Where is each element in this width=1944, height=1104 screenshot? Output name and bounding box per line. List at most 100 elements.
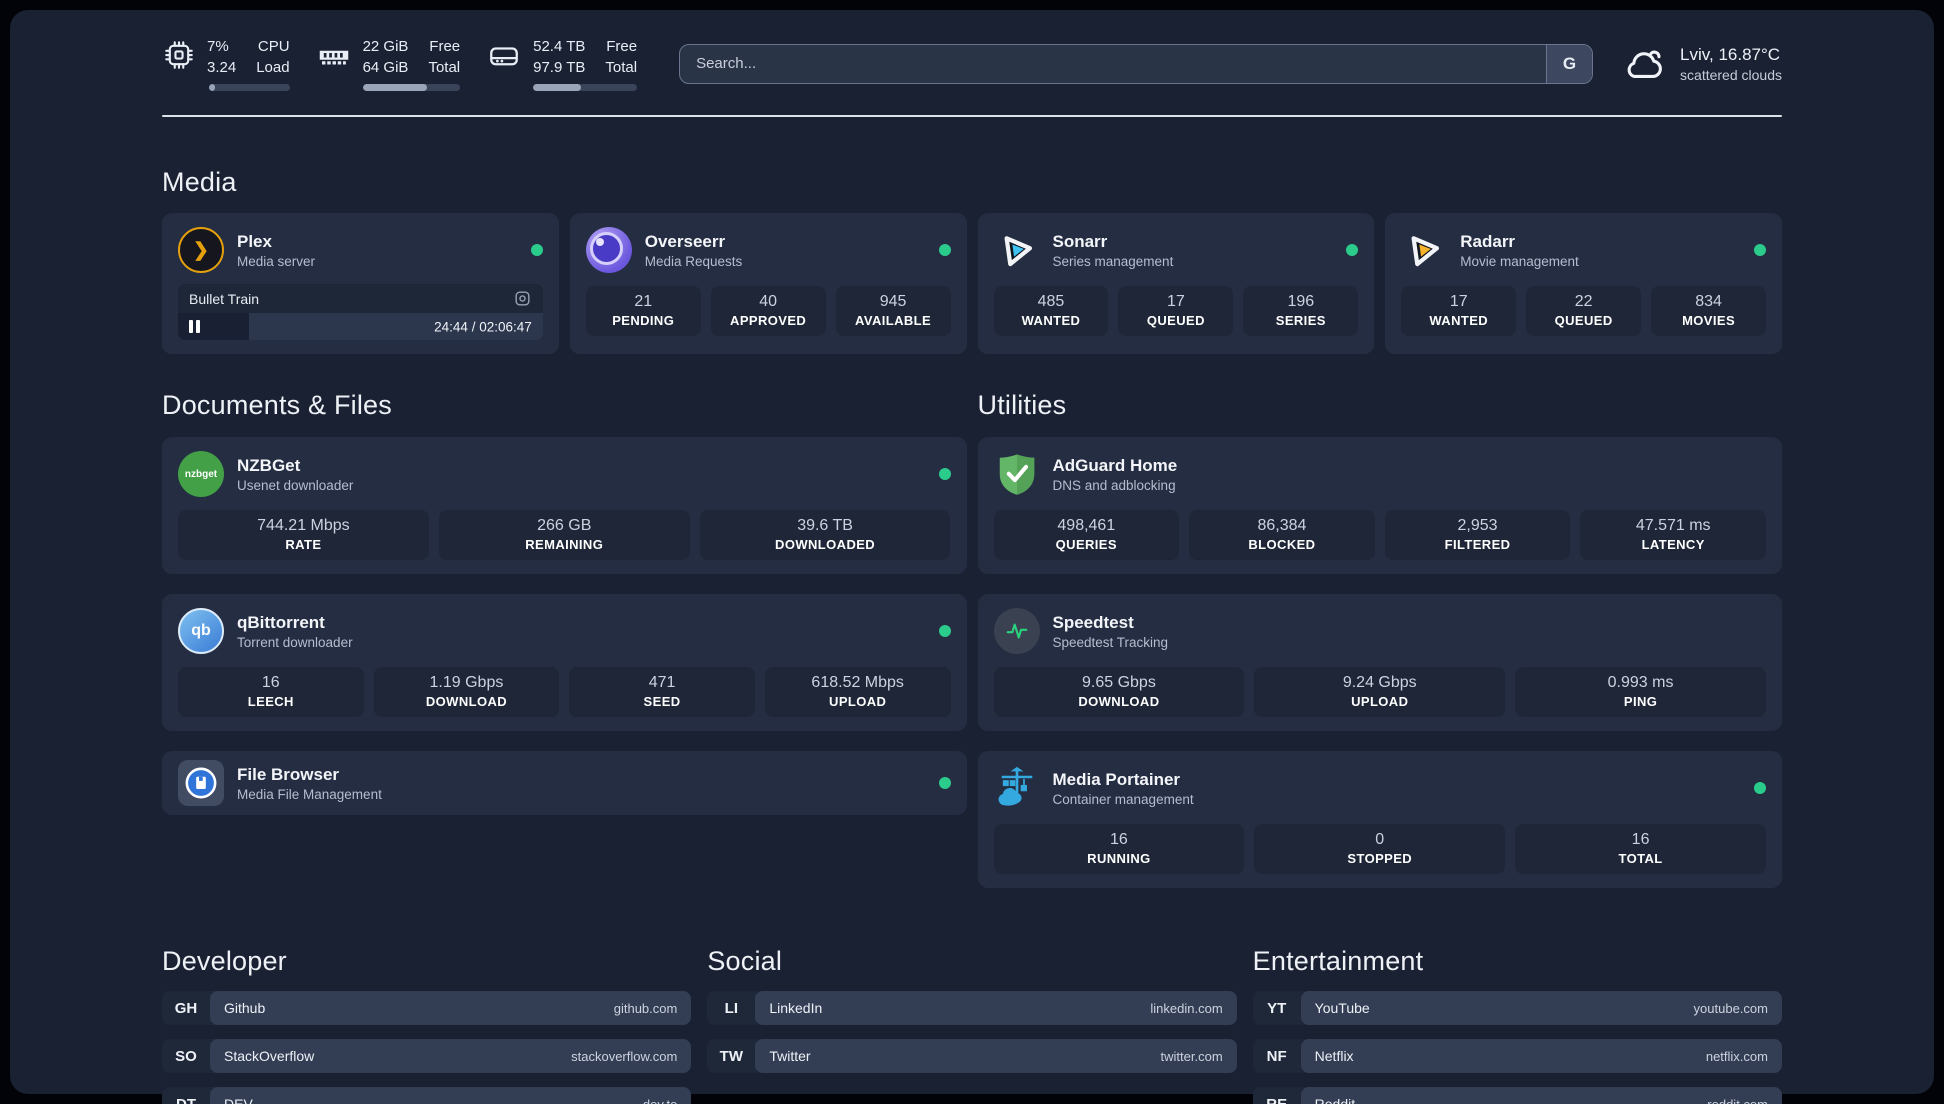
- bookmark-linkedin[interactable]: LI LinkedIn linkedin.com: [707, 991, 1237, 1025]
- bookmark-url: github.com: [613, 1000, 678, 1016]
- topbar: 7% 3.24 CPU Load 22 GiB 64 GiB Free Tota…: [162, 36, 1782, 91]
- bookmark-url: dev.to: [642, 1096, 678, 1104]
- disk-total-value: 97.9 TB: [533, 59, 586, 76]
- bookmark-abbr: RE: [1266, 1095, 1288, 1104]
- bookmark-dev[interactable]: DT DEV dev.to: [162, 1087, 692, 1104]
- cpu-load-value: 3.24: [207, 59, 237, 76]
- app-subtitle: Series management: [1052, 254, 1174, 270]
- pause-icon[interactable]: [189, 320, 200, 333]
- radarr-icon: [1401, 227, 1447, 273]
- weather-widget: Lviv, 16.87°C scattered clouds: [1621, 41, 1782, 87]
- stat-leech: 16 LEECH: [178, 667, 364, 717]
- cpu-label: CPU: [257, 38, 290, 55]
- app-name: NZBGet: [237, 455, 301, 475]
- bookmark-name: Reddit: [1314, 1096, 1356, 1104]
- plex-icon: [178, 227, 224, 273]
- stat-upload: 9.24 Gbps UPLOAD: [1254, 667, 1506, 717]
- player-settings-icon[interactable]: [513, 289, 532, 308]
- status-online-dot: [1754, 244, 1766, 256]
- stat-series: 196 SERIES: [1243, 286, 1359, 336]
- stat-running: 16 RUNNING: [993, 824, 1245, 874]
- disk-metric: 52.4 TB 97.9 TB Free Total: [486, 36, 638, 91]
- search-input[interactable]: [680, 44, 1547, 83]
- disk-total-label: Total: [605, 59, 638, 76]
- app-card-adguard[interactable]: AdGuard Home DNS and adblocking 498,461 Q…: [977, 437, 1782, 574]
- app-card-plex[interactable]: Plex Media server Bullet Train: [162, 213, 559, 354]
- media-card-grid: Plex Media server Bullet Train: [162, 213, 1782, 354]
- stat-wanted: 17 WANTED: [1401, 286, 1517, 336]
- app-card-qbittorrent[interactable]: qb qBittorrent Torrent downloader 16 LEEC…: [162, 594, 967, 731]
- filebrowser-icon: [178, 760, 224, 806]
- app-card-overseerr[interactable]: Overseerr Media Requests 21 PENDING 40 APP…: [569, 213, 967, 354]
- status-online-dot: [1346, 244, 1359, 256]
- player-time: 24:44 / 02:06:47: [434, 319, 532, 334]
- app-name: Sonarr: [1052, 231, 1108, 251]
- mid-section-grid: Documents & Files nzbget NZBGet Usenet d…: [162, 390, 1782, 888]
- app-card-radarr[interactable]: Radarr Movie management 17 WANTED 22 QUEUE…: [1385, 213, 1782, 354]
- section-title-media: Media: [162, 167, 237, 197]
- status-online-dot: [530, 244, 543, 256]
- header-divider: [162, 115, 1782, 117]
- section-title-social: Social: [707, 946, 783, 976]
- bookmark-name: Netflix: [1314, 1048, 1354, 1064]
- app-card-speedtest[interactable]: Speedtest Speedtest Tracking 9.65 Gbps DO…: [977, 594, 1782, 731]
- nzbget-icon: nzbget: [178, 451, 224, 497]
- bookmark-stackoverflow[interactable]: SO StackOverflow stackoverflow.com: [162, 1039, 692, 1073]
- plex-now-playing-widget: Bullet Train 24:44 / 02:06:47: [178, 284, 543, 340]
- app-subtitle: Speedtest Tracking: [1052, 635, 1169, 651]
- bookmark-twitter[interactable]: TW Twitter twitter.com: [707, 1039, 1237, 1073]
- ram-metric: 22 GiB 64 GiB Free Total: [316, 36, 461, 91]
- stat-latency: 47.571 ms LATENCY: [1580, 510, 1766, 560]
- app-card-sonarr[interactable]: Sonarr Series management 485 WANTED 17 QUE…: [977, 213, 1375, 354]
- stat-total: 16 TOTAL: [1515, 824, 1766, 874]
- app-name: AdGuard Home: [1052, 455, 1178, 475]
- bookmark-name: DEV: [224, 1096, 253, 1104]
- app-card-filebrowser[interactable]: File Browser Media File Management: [162, 751, 967, 815]
- disk-free-label: Free: [606, 38, 638, 55]
- disk-icon: [486, 38, 522, 74]
- bookmark-netflix[interactable]: NF Netflix netflix.com: [1252, 1039, 1782, 1073]
- bookmark-name: Github: [224, 1000, 266, 1016]
- bookmarks-grid: Developer GH Github github.com SO StackOv…: [162, 946, 1782, 1104]
- section-title-documents: Documents & Files: [162, 390, 392, 420]
- app-subtitle: Media File Management: [237, 787, 382, 803]
- player-progress-bar[interactable]: 24:44 / 02:06:47: [178, 313, 543, 340]
- stat-filtered: 2,953 FILTERED: [1384, 510, 1571, 560]
- stat-downloaded: 39.6 TB DOWNLOADED: [699, 510, 951, 560]
- bookmarks-entertainment: Entertainment YT YouTube youtube.com NF N…: [1252, 946, 1782, 1104]
- bookmark-name: YouTube: [1314, 1000, 1370, 1016]
- app-card-nzbget[interactable]: nzbget NZBGet Usenet downloader 744.21 M…: [162, 437, 967, 574]
- bookmark-name: LinkedIn: [769, 1000, 823, 1016]
- stat-queued: 22 QUEUED: [1526, 286, 1642, 336]
- bookmark-name: StackOverflow: [224, 1048, 315, 1064]
- bookmark-abbr: DT: [176, 1095, 196, 1104]
- stat-download: 1.19 Gbps DOWNLOAD: [373, 667, 560, 717]
- portainer-icon: [994, 765, 1040, 811]
- ram-total-value: 64 GiB: [362, 59, 409, 76]
- stat-wanted: 485 WANTED: [993, 286, 1109, 336]
- stat-upload: 618.52 Mbps UPLOAD: [764, 667, 951, 717]
- app-name: File Browser: [237, 764, 340, 784]
- app-card-portainer[interactable]: Media Portainer Container management 16 R…: [977, 751, 1782, 888]
- bookmark-github[interactable]: GH Github github.com: [162, 991, 692, 1025]
- stat-movies: 834 MOVIES: [1651, 286, 1767, 336]
- stat-queries: 498,461 QUERIES: [993, 510, 1180, 560]
- app-subtitle: Torrent downloader: [237, 635, 353, 651]
- bookmark-url: twitter.com: [1160, 1048, 1223, 1064]
- app-name: Plex: [237, 231, 272, 251]
- bookmark-youtube[interactable]: YT YouTube youtube.com: [1252, 991, 1782, 1025]
- stat-available: 945 AVAILABLE: [835, 286, 951, 336]
- app-name: Media Portainer: [1052, 769, 1181, 789]
- bookmark-reddit[interactable]: RE Reddit reddit.com: [1252, 1087, 1782, 1104]
- ram-free-label: Free: [429, 38, 461, 55]
- search-engine-button[interactable]: G: [1546, 44, 1593, 83]
- stat-seed: 471 SEED: [569, 667, 755, 717]
- stat-download: 9.65 Gbps DOWNLOAD: [993, 667, 1245, 717]
- bookmark-url: netflix.com: [1705, 1048, 1768, 1064]
- app-name: Overseerr: [644, 231, 726, 251]
- stat-remaining: 266 GB REMAINING: [438, 510, 690, 560]
- disk-progress-bar: [533, 84, 638, 91]
- bookmark-name: Twitter: [769, 1048, 811, 1064]
- stat-pending: 21 PENDING: [585, 286, 701, 336]
- bookmark-url: reddit.com: [1707, 1096, 1768, 1104]
